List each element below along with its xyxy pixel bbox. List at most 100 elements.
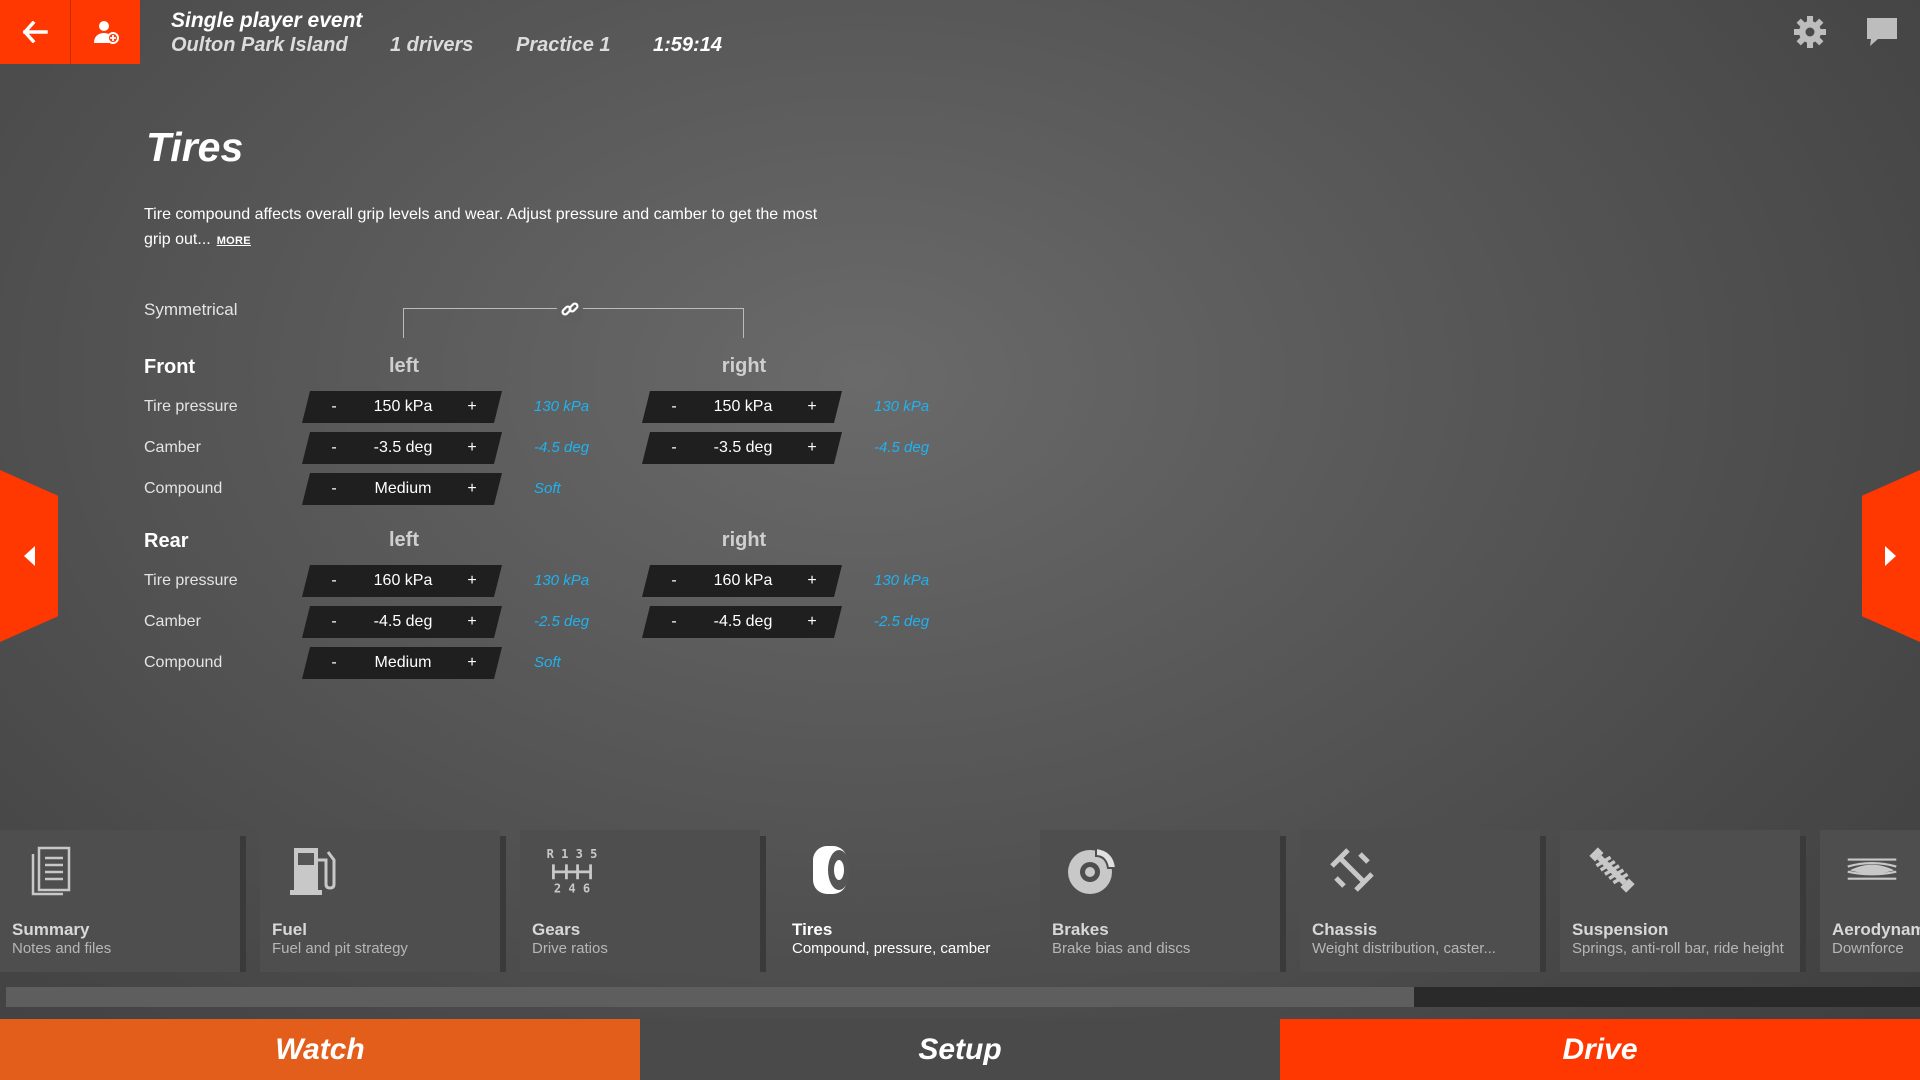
- front-left-camber-stepper: - -3.5 deg +: [302, 432, 502, 464]
- decrement-button[interactable]: -: [322, 398, 346, 416]
- front-right-camber-reference: -4.5 deg: [874, 439, 930, 456]
- stepper-value: 150 kPa: [373, 398, 433, 415]
- front-right-label: right: [721, 355, 767, 377]
- category-subtitle: Brake bias and discs: [1052, 940, 1191, 957]
- next-page-button[interactable]: [1862, 470, 1920, 642]
- brake-disc-icon: [1066, 844, 1118, 896]
- rear-camber-label: Camber: [144, 613, 201, 630]
- increment-button[interactable]: +: [460, 572, 484, 590]
- tab-watch[interactable]: Watch: [0, 1019, 640, 1080]
- category-summary[interactable]: Summary Notes and files: [0, 830, 240, 972]
- decrement-button[interactable]: -: [322, 654, 346, 672]
- category-name: Brakes: [1052, 920, 1109, 939]
- category-strip: Summary Notes and files Fuel Fuel and pi…: [0, 830, 1920, 972]
- category-name: Chassis: [1312, 920, 1378, 939]
- category-name: Tires: [792, 920, 833, 939]
- category-suspension[interactable]: Suspension Springs, anti-roll bar, ride …: [1560, 830, 1800, 972]
- rear-compound-stepper: - Medium +: [302, 647, 502, 679]
- symmetrical-toggle[interactable]: [557, 296, 583, 322]
- chat-icon: [1867, 18, 1897, 46]
- increment-button[interactable]: +: [460, 613, 484, 631]
- decrement-button[interactable]: -: [322, 572, 346, 590]
- front-left-pressure-stepper: - 150 kPa +: [302, 391, 502, 423]
- caret-right-icon: [1885, 546, 1896, 566]
- decrement-button[interactable]: -: [662, 613, 686, 631]
- category-name: Summary: [12, 920, 90, 939]
- increment-button[interactable]: +: [800, 398, 824, 416]
- category-scrollbar-thumb[interactable]: [6, 987, 1414, 1007]
- stepper-value: Medium: [374, 654, 432, 671]
- more-link[interactable]: MORE: [217, 235, 251, 247]
- settings-button[interactable]: [1792, 14, 1828, 50]
- front-right-pressure-reference: 130 kPa: [874, 398, 930, 415]
- category-chassis[interactable]: Chassis Weight distribution, caster...: [1300, 830, 1540, 972]
- front-camber-label: Camber: [144, 439, 201, 456]
- front-compound-stepper: - Medium +: [302, 473, 502, 505]
- increment-button[interactable]: +: [460, 654, 484, 672]
- front-left-camber-reference: -4.5 deg: [534, 439, 590, 456]
- stepper-value: -3.5 deg: [373, 439, 433, 456]
- rear-left-label: left: [389, 529, 419, 551]
- front-compound-label: Compound: [144, 480, 223, 497]
- track-name: Oulton Park Island: [171, 34, 348, 56]
- page-title: Tires: [146, 124, 244, 170]
- rear-left-pressure-reference: 130 kPa: [534, 572, 590, 589]
- chassis-icon: [1326, 844, 1378, 896]
- tab-setup[interactable]: Setup: [640, 1019, 1280, 1080]
- front-tire-pressure-label: Tire pressure: [144, 398, 238, 415]
- tire-icon: [806, 844, 858, 896]
- rear-tire-pressure-label: Tire pressure: [144, 572, 238, 589]
- decrement-button[interactable]: -: [322, 613, 346, 631]
- fuel-pump-icon: [286, 844, 338, 896]
- increment-button[interactable]: +: [800, 572, 824, 590]
- decrement-button[interactable]: -: [662, 439, 686, 457]
- increment-button[interactable]: +: [800, 439, 824, 457]
- decrement-button[interactable]: -: [322, 439, 346, 457]
- stepper-value: -3.5 deg: [713, 439, 773, 456]
- link-icon: [561, 302, 579, 316]
- category-subtitle: Weight distribution, caster...: [1312, 940, 1496, 957]
- category-gears[interactable]: R 1 3 5 2 4 6 Gears Drive ratios: [520, 830, 760, 972]
- rear-left-camber-reference: -2.5 deg: [534, 613, 590, 630]
- category-name: Gears: [532, 920, 581, 939]
- category-subtitle: Springs, anti-roll bar, ride height: [1572, 940, 1784, 957]
- increment-button[interactable]: +: [460, 480, 484, 498]
- rear-label: Rear: [144, 530, 189, 552]
- stepper-value: 160 kPa: [713, 572, 773, 589]
- chat-button[interactable]: [1864, 14, 1900, 50]
- tab-drive[interactable]: Drive: [1280, 1019, 1920, 1080]
- front-right-camber-stepper: - -3.5 deg +: [642, 432, 842, 464]
- increment-button[interactable]: +: [800, 613, 824, 631]
- front-left-label: left: [389, 355, 419, 377]
- decrement-button[interactable]: -: [662, 572, 686, 590]
- category-subtitle: Compound, pressure, camber: [792, 940, 991, 957]
- front-right-pressure-stepper: - 150 kPa +: [642, 391, 842, 423]
- front-left-pressure-reference: 130 kPa: [534, 398, 590, 415]
- category-tires[interactable]: Tires Compound, pressure, camber: [780, 830, 1020, 972]
- decrement-button[interactable]: -: [662, 398, 686, 416]
- spring-icon: [1586, 844, 1638, 896]
- category-subtitle: Notes and files: [12, 940, 112, 957]
- caret-left-icon: [24, 546, 35, 566]
- user-button[interactable]: [70, 0, 140, 64]
- category-name: Aerodynamics: [1832, 920, 1920, 939]
- category-subtitle: Downforce: [1832, 940, 1904, 957]
- user-icon: [93, 21, 119, 44]
- event-title: Single player event: [171, 9, 363, 32]
- previous-page-button[interactable]: [0, 470, 58, 642]
- stepper-value: 150 kPa: [713, 398, 773, 415]
- back-button[interactable]: [0, 0, 70, 64]
- increment-button[interactable]: +: [460, 398, 484, 416]
- decrement-button[interactable]: -: [322, 480, 346, 498]
- category-aerodynamics[interactable]: Aerodynamics Downforce: [1820, 830, 1920, 972]
- category-subtitle: Fuel and pit strategy: [272, 940, 408, 957]
- category-fuel[interactable]: Fuel Fuel and pit strategy: [260, 830, 500, 972]
- rear-left-camber-stepper: - -4.5 deg +: [302, 606, 502, 638]
- rear-right-camber-reference: -2.5 deg: [874, 613, 930, 630]
- increment-button[interactable]: +: [460, 439, 484, 457]
- rear-compound-label: Compound: [144, 654, 223, 671]
- category-brakes[interactable]: Brakes Brake bias and discs: [1040, 830, 1280, 972]
- category-scroll-track[interactable]: [1414, 987, 1920, 1007]
- gear-icon: [1794, 16, 1826, 48]
- rear-compound-reference: Soft: [534, 654, 561, 671]
